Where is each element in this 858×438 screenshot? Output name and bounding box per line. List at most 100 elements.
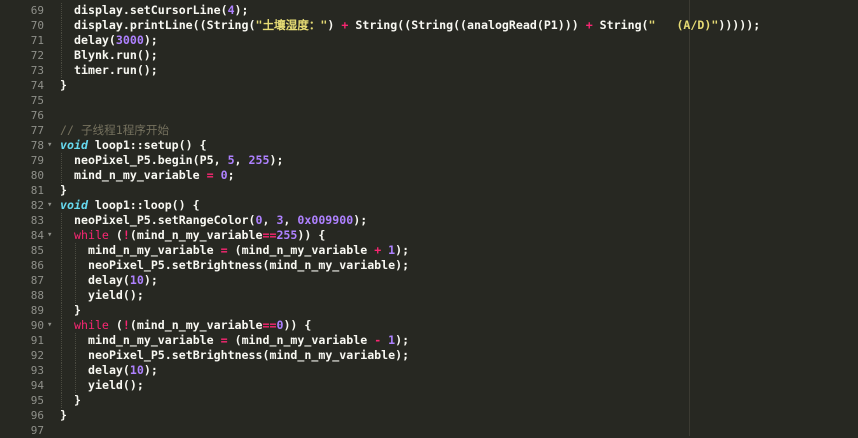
code-token: );	[395, 243, 410, 257]
code-token: (mind_n_my_variable	[227, 243, 375, 257]
code-line[interactable]: void loop1::loop() {	[60, 198, 200, 213]
code-editor[interactable]: 69 70 71 72 73 74 75 76 77 78 ▾ 79 80 81 82 ▾ 83 84 ▾ 85 86 8…	[0, 0, 858, 437]
code-line[interactable]: yield();	[88, 378, 144, 393]
code-area[interactable]: display.setCursorLine(4); display.printLi…	[56, 0, 858, 436]
code-line[interactable]: neoPixel_P5.setBrightness(mind_n_my_vari…	[88, 258, 409, 273]
code-line[interactable]: neoPixel_P5.setRangeColor(0, 3, 0x009900…	[74, 213, 367, 228]
indent-guide	[61, 318, 62, 333]
code-line[interactable]: void loop1::setup() {	[60, 138, 207, 153]
code-line[interactable]: mind_n_my_variable = (mind_n_my_variable…	[88, 333, 409, 348]
code-token: mind_n_my_variable	[88, 243, 221, 257]
indent-guide	[75, 363, 76, 378]
code-line[interactable]: timer.run();	[74, 63, 158, 78]
code-token: );	[234, 3, 249, 17]
indent-guide	[61, 333, 62, 348]
fold-arrow-icon[interactable]: ▾	[47, 228, 55, 243]
code-token: =	[220, 243, 228, 257]
code-token: 255	[248, 153, 270, 167]
code-line[interactable]: delay(10);	[88, 273, 158, 288]
line-number: 79	[30, 154, 44, 167]
line-number: 72	[30, 49, 44, 62]
code-token: )) {	[297, 228, 326, 242]
code-token: loop1::loop() {	[87, 198, 200, 212]
code-token: mind_n_my_variable	[88, 333, 221, 347]
line-number-gutter: 69 70 71 72 73 74 75 76 77 78 ▾ 79 80 81 82 ▾ 83 84 ▾ 85 86 8…	[0, 0, 56, 437]
code-token: while	[74, 228, 109, 242]
code-line[interactable]: delay(10);	[88, 363, 158, 378]
code-line[interactable]: }	[74, 393, 81, 408]
code-token: (	[108, 318, 123, 332]
line-number: 75	[30, 94, 44, 107]
indent-guide	[61, 168, 62, 183]
indent-guide	[61, 378, 62, 393]
code-token: ,	[283, 213, 298, 227]
code-line[interactable]: Blynk.run();	[74, 48, 158, 63]
code-token: // 子线程1程序开始	[60, 123, 170, 137]
code-token: 4	[227, 3, 235, 17]
code-token: );	[353, 213, 368, 227]
code-token: neoPixel_P5.setBrightness(mind_n_my_vari…	[88, 348, 410, 362]
code-token: String((String((analogRead(P1)))	[348, 18, 586, 32]
fold-arrow-icon[interactable]: ▾	[47, 318, 55, 333]
code-line[interactable]: neoPixel_P5.begin(P5, 5, 255);	[74, 153, 283, 168]
code-token: );	[269, 153, 284, 167]
code-line[interactable]: mind_n_my_variable = (mind_n_my_variable…	[88, 243, 409, 258]
indent-guide	[75, 378, 76, 393]
indent-guide	[61, 288, 62, 303]
line-number: 94	[30, 379, 44, 392]
code-line[interactable]: delay(3000);	[74, 33, 158, 48]
code-token: }	[60, 78, 67, 92]
indent-guide	[61, 3, 62, 18]
code-line[interactable]: while (!(mind_n_my_variable==255)) {	[74, 228, 325, 243]
code-token: 10	[129, 273, 144, 287]
code-line[interactable]: }	[60, 408, 67, 423]
code-line[interactable]: display.setCursorLine(4);	[74, 3, 249, 18]
code-token: (mind_n_my_variable	[129, 318, 263, 332]
code-token: String(	[592, 18, 649, 32]
indent-guide	[75, 288, 76, 303]
code-token: );	[143, 273, 158, 287]
code-line[interactable]: while (!(mind_n_my_variable==0)) {	[74, 318, 311, 333]
indent-guide	[61, 33, 62, 48]
indent-guide	[61, 243, 62, 258]
code-line[interactable]: }	[60, 183, 67, 198]
indent-guide	[61, 273, 62, 288]
code-token: loop1::setup() {	[87, 138, 207, 152]
line-number: 81	[30, 184, 44, 197]
line-number: 80	[30, 169, 44, 182]
line-number: 96	[30, 409, 44, 422]
code-token: (mind_n_my_variable	[227, 333, 375, 347]
line-number: 90	[30, 319, 44, 332]
line-number: 69	[30, 4, 44, 17]
code-line[interactable]: }	[74, 303, 81, 318]
line-number: 78	[30, 139, 44, 152]
code-token: mind_n_my_variable	[74, 168, 207, 182]
code-line[interactable]: // 子线程1程序开始	[60, 123, 169, 138]
fold-arrow-icon[interactable]: ▾	[47, 138, 55, 153]
indent-guide	[75, 273, 76, 288]
code-token: ;	[227, 168, 235, 182]
line-number: 93	[30, 364, 44, 377]
code-token: )	[327, 18, 342, 32]
line-number: 73	[30, 64, 44, 77]
code-token: " (A/D)"	[648, 18, 719, 32]
code-token: 0x009900	[297, 213, 354, 227]
code-line[interactable]: display.printLine((String("土壤湿度：") + Str…	[74, 18, 760, 33]
fold-arrow-icon[interactable]: ▾	[47, 198, 55, 213]
code-line[interactable]: neoPixel_P5.setBrightness(mind_n_my_vari…	[88, 348, 409, 363]
indent-guide	[61, 228, 62, 243]
code-line[interactable]: }	[60, 78, 67, 93]
indent-guide	[61, 363, 62, 378]
line-number: 71	[30, 34, 44, 47]
code-token: "土壤湿度："	[255, 18, 328, 32]
line-number: 89	[30, 304, 44, 317]
line-number: 95	[30, 394, 44, 407]
code-token: (mind_n_my_variable	[129, 228, 263, 242]
code-line[interactable]: mind_n_my_variable = 0;	[74, 168, 235, 183]
code-line[interactable]: yield();	[88, 288, 144, 303]
code-token: +	[585, 18, 593, 32]
code-token: neoPixel_P5.begin(P5,	[74, 153, 228, 167]
code-token: 3000	[115, 33, 144, 47]
line-number: 83	[30, 214, 44, 227]
